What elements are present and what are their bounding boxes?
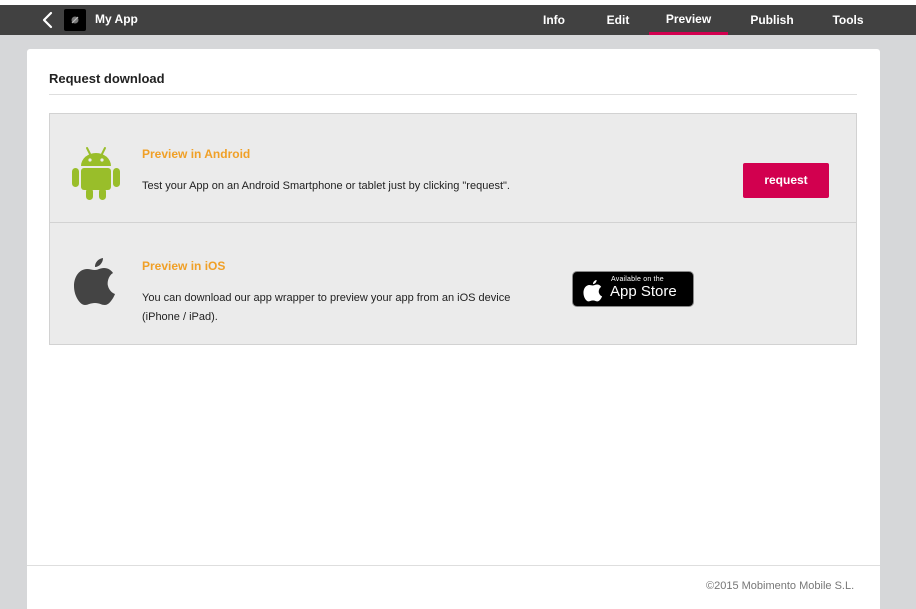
footer-copyright: ©2015 Mobimento Mobile S.L. (706, 580, 855, 592)
page-title: Request download (49, 71, 165, 86)
title-divider (49, 94, 857, 95)
footer-divider (27, 565, 880, 566)
tab-info[interactable]: Info (532, 5, 576, 35)
row-divider (50, 222, 856, 223)
preview-options-box: Preview in Android Test your App on an A… (49, 113, 857, 345)
ios-preview-description: You can download our app wrapper to prev… (142, 292, 511, 323)
app-name: My App (95, 12, 138, 26)
badge-store-name: App Store (610, 283, 677, 300)
tab-publish[interactable]: Publish (745, 5, 799, 35)
apple-icon (73, 254, 117, 306)
apple-logo-icon (583, 278, 603, 302)
back-chevron-icon[interactable] (40, 10, 56, 30)
main-panel: Request download Preview in Android Test… (27, 49, 880, 609)
top-navigation-bar: My App Info Edit Preview Publish Tools (0, 5, 916, 35)
app-store-badge[interactable]: Available on the App Store (572, 271, 694, 307)
android-icon (71, 145, 121, 201)
tab-tools[interactable]: Tools (823, 5, 873, 35)
tab-preview[interactable]: Preview (649, 5, 728, 35)
android-preview-description: Test your App on an Android Smartphone o… (142, 180, 510, 192)
android-preview-title: Preview in Android (142, 147, 251, 161)
tab-edit[interactable]: Edit (598, 5, 638, 35)
badge-small-text: Available on the (611, 276, 664, 283)
request-button[interactable]: request (743, 163, 829, 198)
app-logo-icon (64, 9, 86, 31)
ios-preview-title: Preview in iOS (142, 259, 226, 273)
